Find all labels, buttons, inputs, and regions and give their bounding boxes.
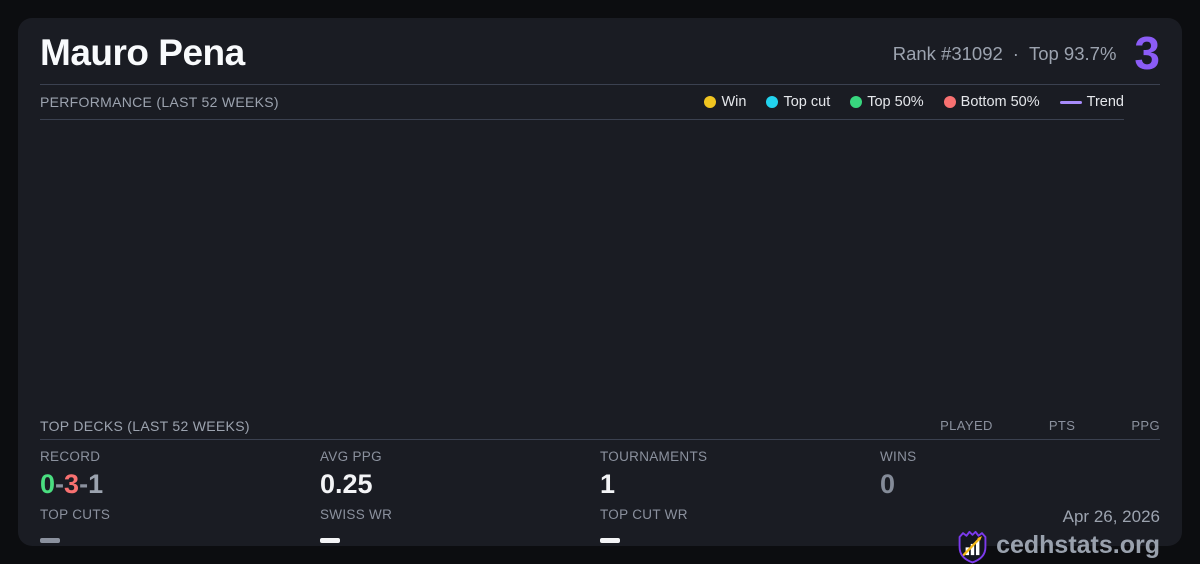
stat-top-cuts: TOP CUTS: [40, 505, 320, 563]
footer: Apr 26, 2026 cedhstats.org: [880, 505, 1160, 564]
record-separator: -: [55, 468, 65, 499]
top-50-dot-icon: [850, 96, 863, 109]
chart-legend: Win Top cut Top 50% Bottom 50% Trend: [704, 94, 1124, 110]
record-wins: 0: [40, 468, 56, 499]
stat-label: RECORD: [40, 449, 101, 465]
avg-ppg-value: 0.25: [320, 468, 373, 499]
stat-label: TOP CUT WR: [600, 507, 688, 523]
stat-wins: WINS 0: [880, 447, 1160, 503]
top-decks-header: TOP DECKS (LAST 52 WEEKS) PLAYED PTS PPG: [40, 412, 1160, 441]
rank-separator-dot: ·: [1012, 42, 1019, 64]
legend-label: Bottom 50%: [960, 94, 1040, 111]
top-decks-title: TOP DECKS (LAST 52 WEEKS): [40, 417, 250, 434]
legend-item-top-50: Top 50%: [850, 94, 924, 111]
stat-label: WINS: [880, 449, 917, 465]
trend-line-icon: [1059, 100, 1082, 104]
win-dot-icon: [704, 96, 717, 109]
no-data-dash: [320, 538, 340, 544]
wins-value: 0: [880, 468, 896, 499]
no-data-dash: [600, 538, 620, 544]
column-header-ppg: PPG: [1131, 418, 1160, 434]
record-separator: -: [79, 468, 89, 499]
record-value: 0-3-1: [40, 468, 320, 500]
stat-label: AVG PPG: [320, 449, 382, 465]
player-name: Mauro Pena: [40, 32, 245, 74]
rank-line: Rank #31092 · Top 93.7%: [893, 43, 1117, 65]
stat-tournaments: TOURNAMENTS 1: [600, 447, 880, 503]
legend-item-trend: Trend: [1059, 94, 1124, 111]
performance-title: PERFORMANCE (LAST 52 WEEKS): [40, 94, 279, 111]
tournaments-value: 1: [600, 468, 616, 499]
brand-name: cedhstats.org: [996, 531, 1160, 560]
stat-label: TOURNAMENTS: [600, 449, 708, 465]
no-data-dash: [40, 538, 60, 544]
legend-label: Top cut: [783, 94, 831, 111]
stat-label: TOP CUTS: [40, 507, 111, 523]
top-cut-dot-icon: [766, 96, 779, 109]
top-percent: Top 93.7%: [1028, 42, 1117, 64]
column-header-played: PLAYED: [940, 418, 993, 434]
performance-header: PERFORMANCE (LAST 52 WEEKS) Win Top cut …: [40, 85, 1124, 121]
performance-chart-plot-area: [40, 120, 1160, 412]
legend-label: Trend: [1086, 94, 1124, 111]
record-draws: 1: [88, 468, 104, 499]
legend-item-bottom-50: Bottom 50%: [943, 94, 1040, 111]
stat-top-cut-wr: TOP CUT WR: [600, 505, 880, 563]
rank-value: Rank #31092: [892, 42, 1003, 64]
column-header-pts: PTS: [1048, 418, 1076, 434]
bottom-50-dot-icon: [943, 96, 956, 109]
brand-lockup: cedhstats.org: [957, 529, 1160, 564]
stats-grid: RECORD 0-3-1 AVG PPG 0.25 TOURNAMENTS 1 …: [40, 440, 1160, 564]
legend-label: Top 50%: [867, 94, 924, 111]
legend-item-win: Win: [704, 94, 746, 110]
record-losses: 3: [64, 468, 80, 499]
player-stats-card: Mauro Pena Rank #31092 · Top 93.7% 3 PER…: [18, 18, 1182, 564]
points-total: 3: [1134, 27, 1160, 79]
stat-record: RECORD 0-3-1: [40, 447, 320, 503]
card-header: Mauro Pena Rank #31092 · Top 93.7% 3: [40, 18, 1160, 86]
stat-avg-ppg: AVG PPG 0.25: [320, 447, 600, 503]
stat-swiss-wr: SWISS WR: [320, 505, 600, 563]
top-decks-columns: PLAYED PTS PPG: [884, 418, 1160, 433]
cedhstats-shield-logo-icon: [958, 530, 987, 564]
legend-label: Win: [721, 94, 747, 111]
card-date: Apr 26, 2026: [1062, 507, 1160, 527]
stat-label: SWISS WR: [320, 507, 393, 523]
legend-item-top-cut: Top cut: [766, 94, 830, 110]
